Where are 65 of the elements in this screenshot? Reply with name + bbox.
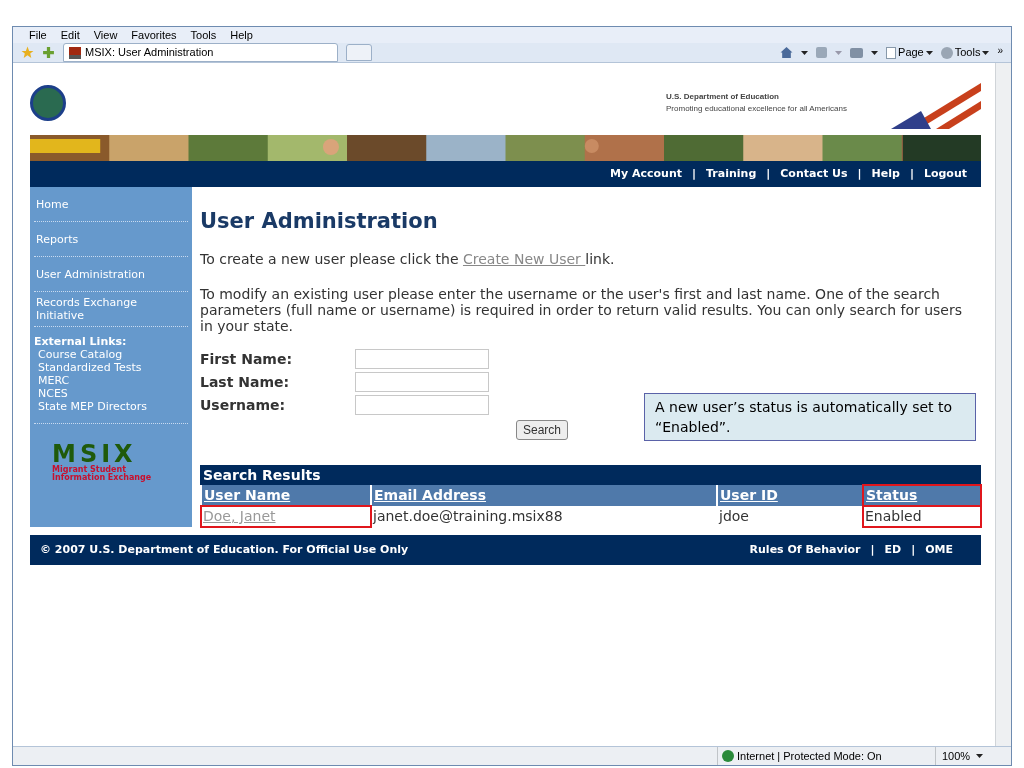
nav-link[interactable]: Contact Us: [780, 165, 848, 183]
field-label: Username:: [200, 395, 287, 415]
column-header[interactable]: Email Address: [371, 485, 717, 506]
callout: A new user’s status is automatically set to “Enabled”.: [644, 393, 976, 441]
site-icon: [69, 46, 81, 59]
input-field[interactable]: [355, 395, 489, 415]
scrollbar[interactable]: [995, 63, 1011, 746]
caret-icon[interactable]: [982, 50, 990, 55]
menu-item[interactable]: View: [93, 26, 118, 44]
menu-item[interactable]: File: [29, 26, 47, 44]
field-label: First Name:: [200, 349, 293, 369]
caret-icon[interactable]: [871, 50, 879, 55]
column-header[interactable]: Status: [863, 485, 981, 506]
separator: |: [857, 165, 862, 182]
menu-item[interactable]: Help: [230, 26, 253, 44]
instructions-text: To modify an existing user please enter the username or the user's first and last name. One of the search parameters (full name or username) is required in order to return valid results. You can only search for users in your state.: [200, 286, 963, 334]
caret-icon[interactable]: [976, 754, 984, 758]
seal-icon: [30, 85, 66, 121]
browser-tab[interactable]: MSIX: User Administration: [63, 43, 338, 62]
footer-link[interactable]: ED: [884, 541, 902, 559]
separator: |: [766, 165, 771, 182]
intro-text: To create a new user please click the Create New User link.: [200, 250, 616, 269]
menu-item[interactable]: Edit: [60, 26, 80, 44]
field-label: Last Name:: [200, 372, 291, 392]
tab-title: MSIX: User Administration: [85, 45, 214, 61]
input-field[interactable]: [355, 372, 489, 392]
menu-item[interactable]: Favorites: [131, 26, 177, 44]
footer-link[interactable]: OME: [925, 541, 953, 559]
caret-icon[interactable]: [801, 50, 809, 55]
table-cell: jdoe: [717, 506, 863, 527]
table-cell: janet.doe@training.msix88: [371, 506, 717, 527]
separator: |: [909, 165, 914, 182]
caret-icon[interactable]: [925, 50, 933, 55]
page-title: User Administration: [200, 209, 439, 233]
organization-name: U.S. Department of Education: [666, 91, 780, 103]
section-heading: External Links:: [34, 335, 128, 348]
input-field[interactable]: [355, 349, 489, 369]
separator: |: [911, 541, 916, 558]
new-tab-button[interactable]: [346, 44, 372, 61]
globe-icon: [722, 750, 734, 762]
star-icon[interactable]: [21, 46, 34, 59]
logo: MSIX Migrant Student Information Exchange: [52, 442, 153, 482]
toolbar-menu-button[interactable]: Page: [886, 44, 933, 61]
column-header[interactable]: User Name: [201, 485, 371, 506]
nav-link[interactable]: Help: [871, 165, 900, 183]
nav-link[interactable]: My Account: [610, 165, 682, 183]
column-header[interactable]: User ID: [717, 485, 863, 506]
tagline: Promoting educational excellence for all Americans: [666, 103, 847, 115]
footer-link[interactable]: Rules Of Behavior: [749, 541, 861, 559]
zoom-button[interactable]: 100%: [935, 747, 1011, 765]
zone-text: Internet | Protected Mode: On: [737, 748, 882, 764]
table-cell: Enabled: [863, 506, 981, 527]
home-icon[interactable]: [780, 46, 794, 59]
more-icon[interactable]: »: [997, 43, 1003, 58]
nav-link[interactable]: Logout: [923, 165, 967, 183]
separator: |: [870, 541, 875, 558]
toolbar-menu-button[interactable]: Tools: [940, 44, 990, 61]
copyright-text: © 2007 U.S. Department of Education. For Official Use Only: [40, 541, 409, 558]
menu-item[interactable]: Tools: [190, 26, 217, 44]
results-header: Search Results: [200, 465, 981, 485]
nav-link[interactable]: Training: [706, 165, 757, 183]
separator: |: [692, 165, 697, 182]
search-button[interactable]: Search: [515, 420, 568, 440]
create-user-link[interactable]: Create New User: [462, 251, 586, 267]
add-favorite-icon[interactable]: [42, 46, 55, 59]
